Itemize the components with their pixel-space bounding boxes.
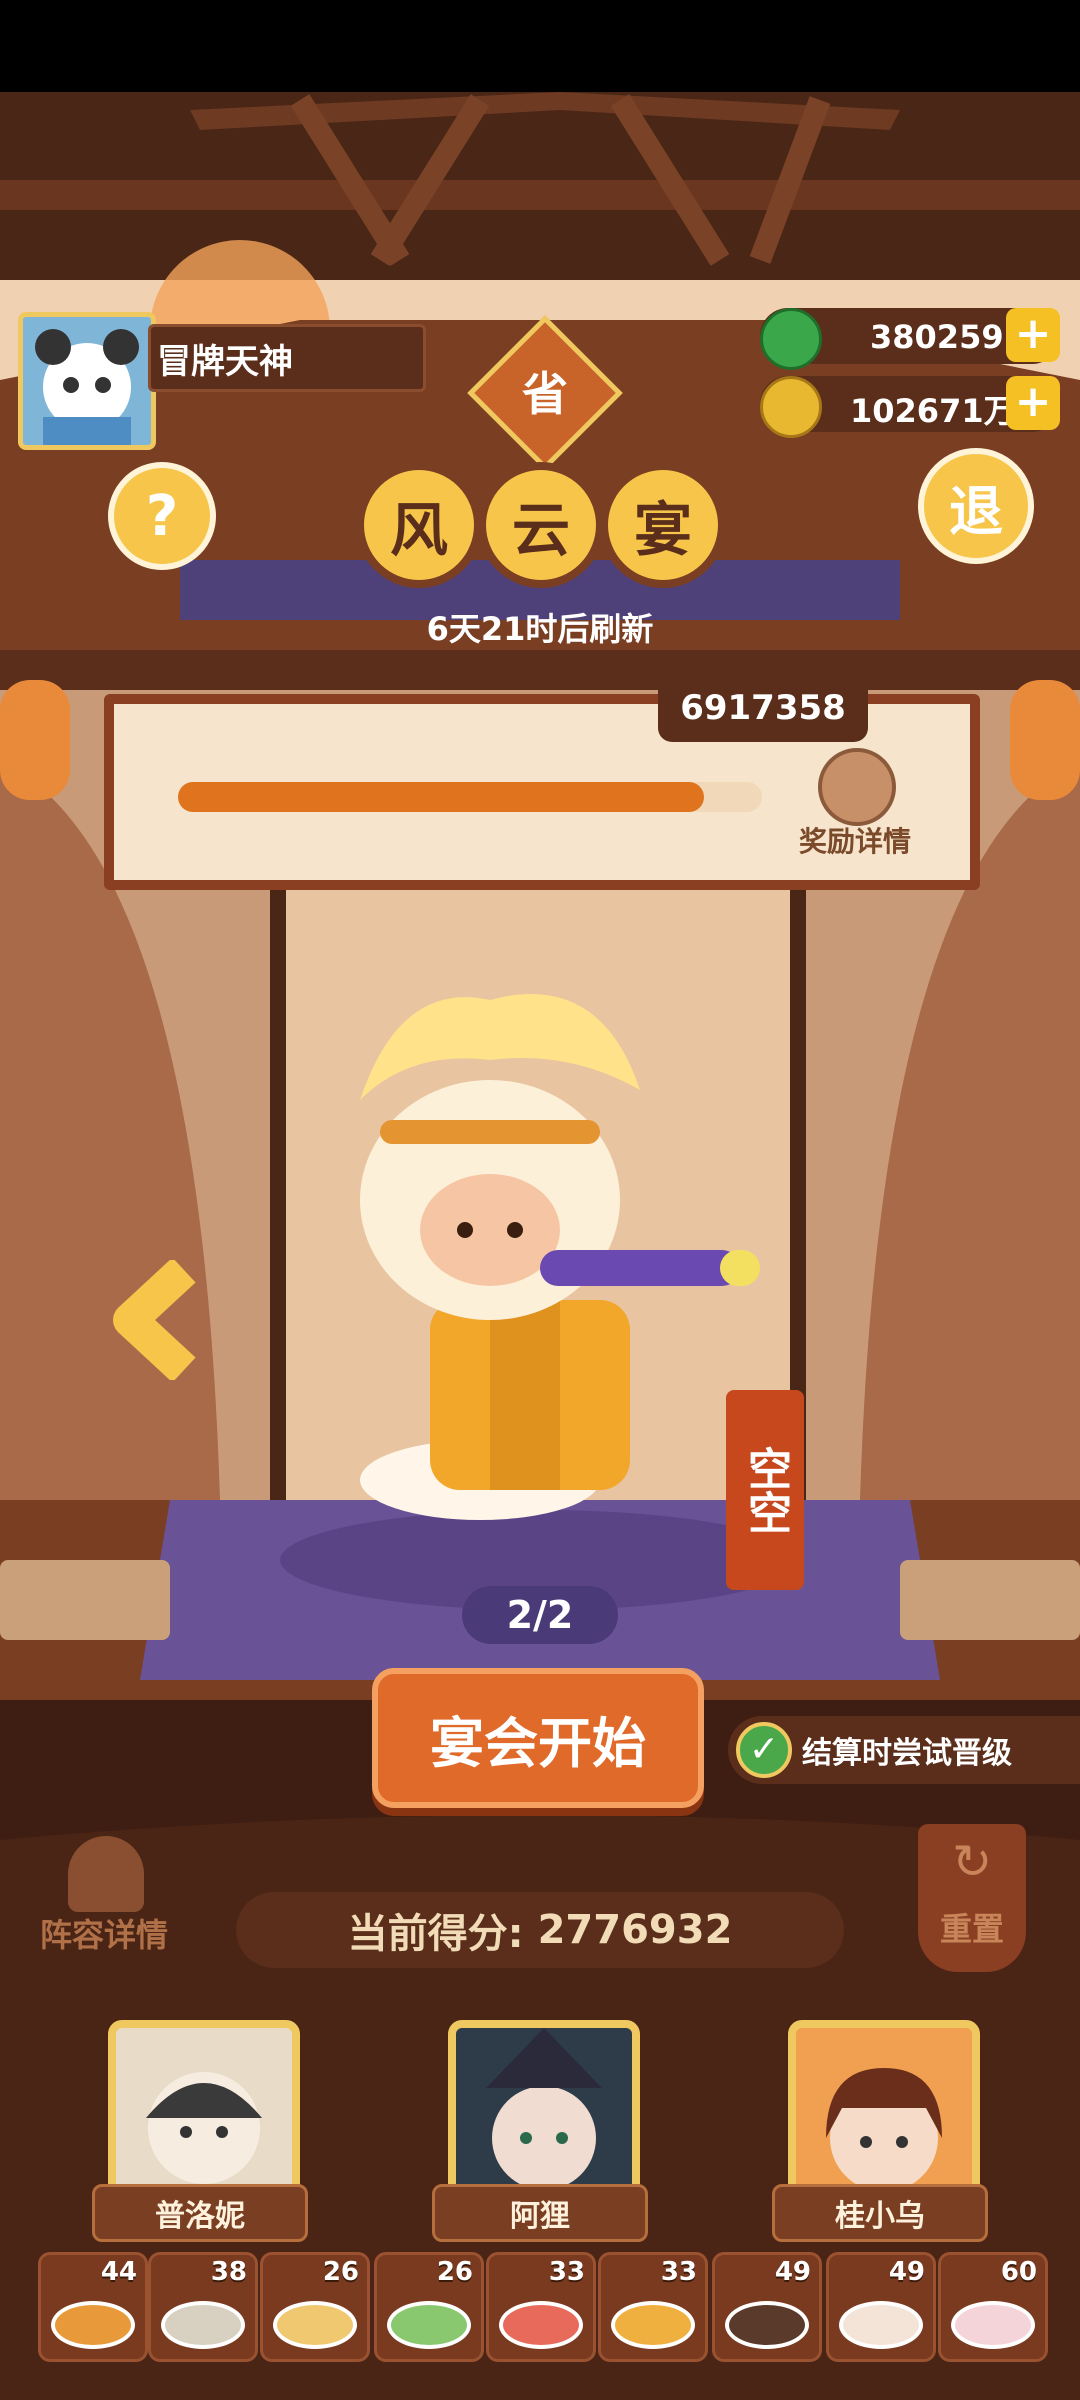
current-score-value: 2776932	[537, 1907, 733, 1953]
previous-character-button[interactable]	[110, 1257, 200, 1383]
page-indicator: 2/2	[462, 1586, 618, 1644]
food-count: 38	[210, 2257, 247, 2287]
team-member-card-2[interactable]	[448, 2020, 640, 2210]
player-avatar[interactable]	[18, 312, 156, 450]
add-jade-button[interactable]: +	[1006, 308, 1060, 362]
food-slot[interactable]: 44	[38, 2252, 148, 2362]
province-badge-label: 省	[522, 367, 568, 421]
food-count: 60	[1000, 2257, 1037, 2287]
reset-button[interactable]: ↻ 重置	[918, 1824, 1026, 1972]
help-icon: ?	[145, 483, 179, 549]
food-count: 26	[436, 2257, 473, 2287]
refresh-timer: 6天21时后刷新	[426, 610, 654, 648]
dish-icon	[951, 2301, 1035, 2349]
dish-icon	[725, 2301, 809, 2349]
current-score-label: 当前得分:	[347, 1911, 524, 1957]
lineup-details-button[interactable]: 阵容详情	[24, 1836, 184, 1956]
food-slot[interactable]: 60	[938, 2252, 1048, 2362]
player-name-plate: 冒牌天神	[148, 324, 426, 392]
coin-currency: 102671万 +	[760, 376, 1060, 438]
add-coin-button[interactable]: +	[1006, 376, 1060, 430]
start-banquet-button[interactable]: 宴会开始	[372, 1668, 704, 1808]
dish-icon	[51, 2301, 135, 2349]
character-name-banner: 空空	[726, 1390, 804, 1590]
dish-icon	[499, 2301, 583, 2349]
food-slot[interactable]: 38	[148, 2252, 258, 2362]
coin-icon	[760, 376, 822, 438]
character-portrait-icon	[146, 2072, 262, 2184]
food-slot[interactable]: 33	[598, 2252, 708, 2362]
panda-avatar-icon	[35, 329, 139, 445]
jade-icon	[760, 308, 822, 370]
team-member-name-3: 桂小乌	[772, 2184, 988, 2242]
checkmark-icon: ✓	[736, 1722, 792, 1778]
food-slot[interactable]: 49	[712, 2252, 822, 2362]
food-slot[interactable]: 49	[826, 2252, 936, 2362]
reward-details-button[interactable]: 奖励详情	[790, 744, 920, 864]
coin-amount: 102671万	[850, 392, 1016, 430]
jade-currency: 380259 +	[760, 308, 1060, 370]
dish-icon	[839, 2301, 923, 2349]
food-slot[interactable]: 26	[260, 2252, 370, 2362]
dish-icon	[611, 2301, 695, 2349]
try-upgrade-toggle[interactable]: ✓ 结算时尝试晋级	[728, 1716, 1080, 1784]
alert-icon	[68, 1836, 144, 1912]
gift-icon	[818, 748, 896, 826]
title-char-2: 云	[478, 462, 604, 588]
team-member-card-3[interactable]	[788, 2020, 980, 2210]
dish-icon	[161, 2301, 245, 2349]
food-count: 44	[100, 2257, 137, 2287]
chevron-left-icon	[113, 1257, 196, 1383]
progress-bar-track	[178, 782, 762, 812]
score-bubble: 6917358	[658, 674, 868, 742]
character-portrait-icon	[486, 2028, 602, 2190]
food-count: 33	[548, 2257, 585, 2287]
help-button[interactable]: ?	[108, 462, 216, 570]
food-count: 49	[774, 2257, 811, 2287]
exit-button[interactable]: 退	[918, 448, 1034, 564]
player-name: 冒牌天神	[157, 341, 293, 382]
refresh-icon: ↻	[951, 1834, 993, 1890]
current-score-bar: 当前得分: 2776932	[236, 1892, 844, 1968]
food-count: 33	[660, 2257, 697, 2287]
dish-icon	[387, 2301, 471, 2349]
food-slot[interactable]: 33	[486, 2252, 596, 2362]
food-count: 26	[322, 2257, 359, 2287]
food-slot[interactable]: 26	[374, 2252, 484, 2362]
food-count: 49	[888, 2257, 925, 2287]
title-char-1: 风	[356, 462, 482, 588]
team-member-name-1: 普洛妮	[92, 2184, 308, 2242]
progress-bar-fill	[178, 782, 704, 812]
jade-amount: 380259	[870, 318, 1004, 356]
character-portrait-icon	[826, 2068, 942, 2192]
dish-icon	[273, 2301, 357, 2349]
team-member-name-2: 阿狸	[432, 2184, 648, 2242]
title-char-3: 宴	[600, 462, 726, 588]
team-member-card-1[interactable]	[108, 2020, 300, 2210]
